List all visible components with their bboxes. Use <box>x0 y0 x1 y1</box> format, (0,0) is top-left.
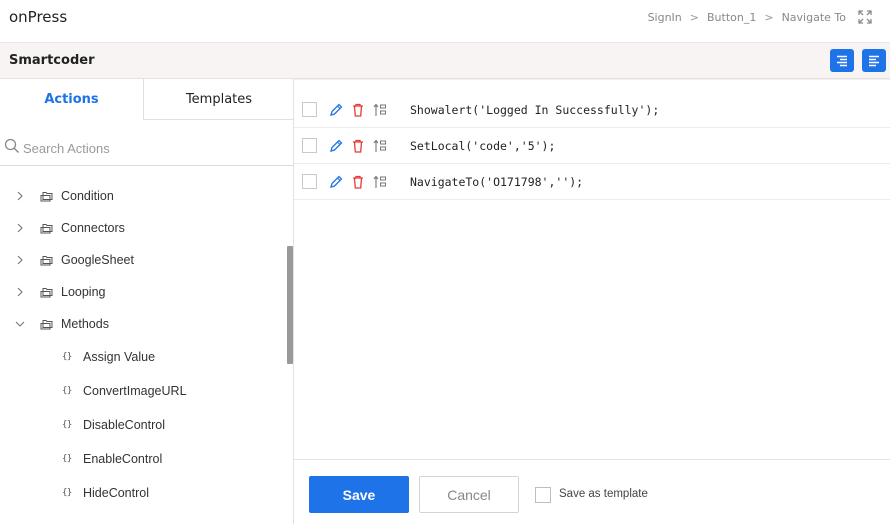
tree-method-enablecontrol[interactable]: {} EnableControl <box>0 447 280 471</box>
app-title: onPress <box>9 8 68 26</box>
delete-trash-icon[interactable] <box>350 174 366 190</box>
folder-icon <box>40 288 53 298</box>
breadcrumb-separator: > <box>764 11 774 24</box>
tab-bar: Actions Templates <box>0 79 294 120</box>
braces-icon: {} <box>62 454 72 464</box>
tree-method-label: EnableControl <box>83 452 163 466</box>
code-line[interactable]: Showalert('Logged In Successfully'); <box>410 103 659 117</box>
reorder-icon[interactable] <box>372 102 388 118</box>
cancel-button[interactable]: Cancel <box>419 476 519 513</box>
chevron-right-icon <box>17 287 23 297</box>
row-checkbox[interactable] <box>302 102 317 117</box>
tree-folder-condition[interactable]: Condition <box>0 184 280 208</box>
tab-templates[interactable]: Templates <box>144 79 294 120</box>
breadcrumb-item-navigate[interactable]: Navigate To <box>782 11 846 24</box>
tree-method-disablecontrol[interactable]: {} DisableControl <box>0 413 280 437</box>
delete-trash-icon[interactable] <box>350 138 366 154</box>
tree-scrollbar[interactable] <box>287 246 293 364</box>
delete-trash-icon[interactable] <box>350 102 366 118</box>
search-icon <box>4 138 19 153</box>
breadcrumb: SignIn > Button_1 > Navigate To <box>648 11 846 24</box>
tree-method-hidecontrol[interactable]: {} HideControl <box>0 481 280 505</box>
tree-folder-label: Methods <box>61 317 109 331</box>
save-as-template-checkbox[interactable] <box>535 487 551 503</box>
tree-folder-googlesheet[interactable]: GoogleSheet <box>0 248 280 272</box>
code-row: Showalert('Logged In Successfully'); <box>294 92 890 128</box>
chevron-down-icon <box>15 321 25 327</box>
tree-method-assign-value[interactable]: {} Assign Value <box>0 345 280 369</box>
folder-icon <box>40 320 53 330</box>
tree-method-label: HideControl <box>83 486 150 500</box>
tree-folder-label: GoogleSheet <box>61 253 134 267</box>
breadcrumb-item-signin[interactable]: SignIn <box>648 11 682 24</box>
chevron-right-icon <box>17 191 23 201</box>
code-line[interactable]: SetLocal('code','5'); <box>410 139 555 153</box>
save-as-template-label: Save as template <box>559 488 648 500</box>
reorder-icon[interactable] <box>372 174 388 190</box>
tree-folder-methods[interactable]: Methods <box>0 312 280 336</box>
code-row: NavigateTo('O171798',''); <box>294 164 890 200</box>
edit-pencil-icon[interactable] <box>328 102 344 118</box>
align-left-icon <box>869 55 879 66</box>
edit-pencil-icon[interactable] <box>328 174 344 190</box>
top-bar: onPress SignIn > Button_1 > Navigate To <box>0 0 890 43</box>
row-checkbox[interactable] <box>302 174 317 189</box>
tab-actions[interactable]: Actions <box>0 79 144 120</box>
braces-icon: {} <box>62 420 72 430</box>
code-panel: Showalert('Logged In Successfully'); Set… <box>294 79 890 460</box>
code-line[interactable]: NavigateTo('O171798',''); <box>410 175 583 189</box>
align-right-icon <box>837 55 847 66</box>
chevron-right-icon <box>17 223 23 233</box>
tree-folder-label: Connectors <box>61 221 125 235</box>
align-right-button[interactable] <box>830 49 854 72</box>
expand-icon[interactable] <box>857 9 873 25</box>
tree-method-label: ConvertImageURL <box>83 384 187 398</box>
save-button[interactable]: Save <box>309 476 409 513</box>
edit-pencil-icon[interactable] <box>328 138 344 154</box>
smartcoder-header: Smartcoder <box>0 43 890 79</box>
search-input[interactable] <box>23 138 273 158</box>
row-checkbox[interactable] <box>302 138 317 153</box>
folder-icon <box>40 224 53 234</box>
tree-method-convertimageurl[interactable]: {} ConvertImageURL <box>0 379 280 403</box>
reorder-icon[interactable] <box>372 138 388 154</box>
search-bar <box>0 133 294 166</box>
tree-folder-label: Condition <box>61 189 114 203</box>
breadcrumb-separator: > <box>689 11 699 24</box>
tree-folder-looping[interactable]: Looping <box>0 280 280 304</box>
panel-title: Smartcoder <box>9 53 95 68</box>
braces-icon: {} <box>62 488 72 498</box>
action-tree: Condition Connectors GoogleSheet Looping… <box>0 168 286 524</box>
code-row: SetLocal('code','5'); <box>294 128 890 164</box>
tree-folder-connectors[interactable]: Connectors <box>0 216 280 240</box>
folder-icon <box>40 192 53 202</box>
footer-bar: Save Cancel Save as template <box>294 459 890 524</box>
tree-method-label: DisableControl <box>83 418 165 432</box>
left-panel: Actions Templates Condition Connectors G… <box>0 79 294 524</box>
tree-method-label: Assign Value <box>83 350 156 364</box>
braces-icon: {} <box>62 352 72 362</box>
tree-folder-label: Looping <box>61 285 106 299</box>
folder-icon <box>40 256 53 266</box>
align-left-button[interactable] <box>862 49 886 72</box>
chevron-right-icon <box>17 255 23 265</box>
braces-icon: {} <box>62 386 72 396</box>
breadcrumb-item-button[interactable]: Button_1 <box>707 11 756 24</box>
